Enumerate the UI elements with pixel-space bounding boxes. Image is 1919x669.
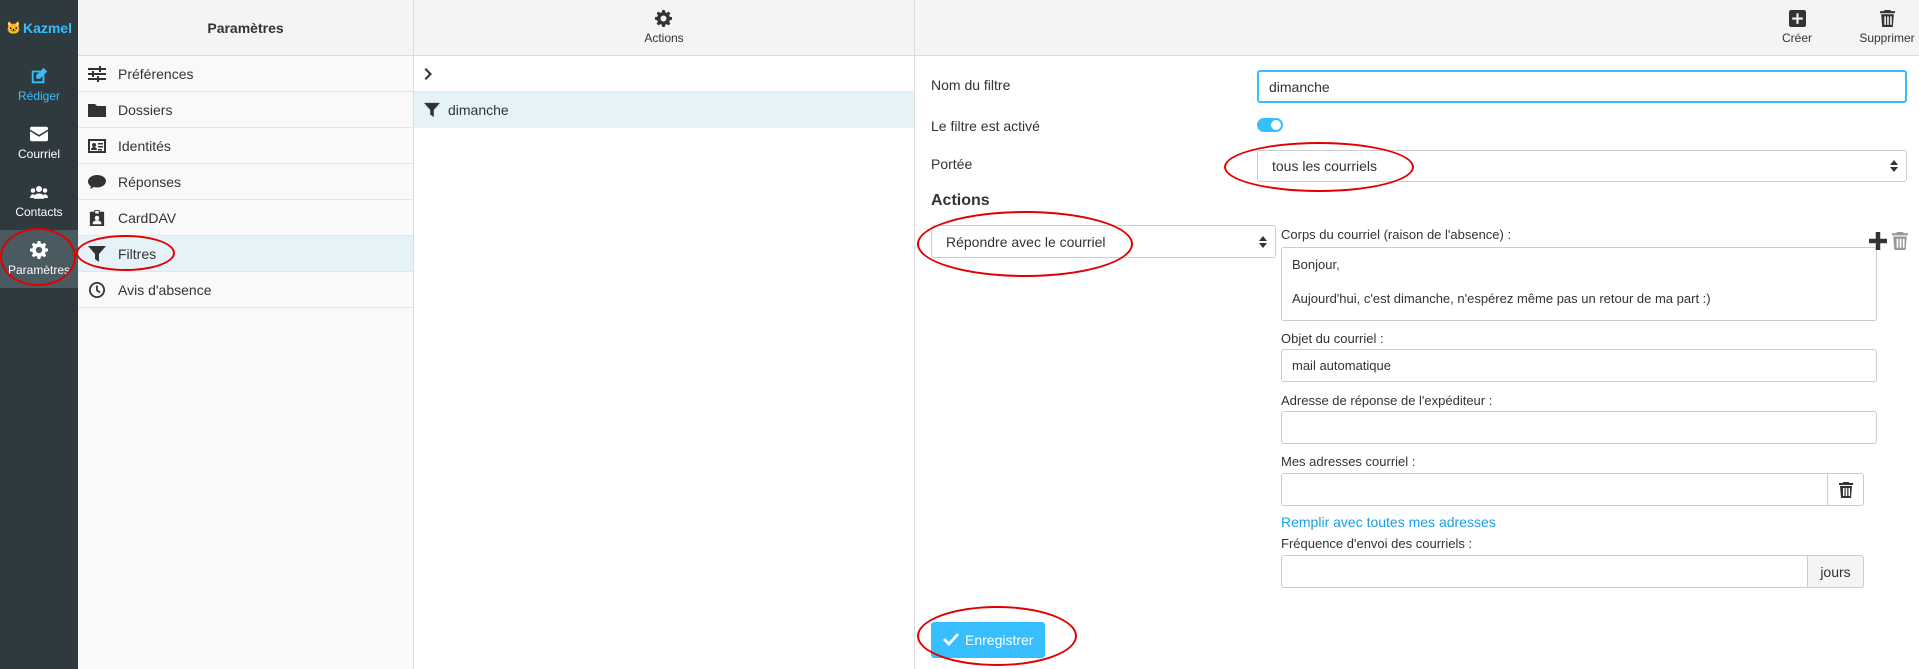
settings-item-identities[interactable]: Identités	[78, 128, 413, 164]
settings-title: Paramètres	[78, 0, 413, 56]
nav-mail[interactable]: Courriel	[0, 114, 78, 172]
settings-item-folders[interactable]: Dossiers	[78, 92, 413, 128]
filter-name-value: dimanche	[1269, 78, 1330, 95]
filter-item-dimanche[interactable]: dimanche	[414, 92, 914, 128]
sliders-icon	[88, 65, 106, 82]
filter-icon	[424, 102, 440, 118]
filter-name-label: Nom du filtre	[931, 77, 1011, 93]
filter-enabled-toggle[interactable]	[1257, 118, 1283, 132]
create-button-label: Créer	[1781, 31, 1812, 45]
save-button-label: Enregistrer	[965, 632, 1034, 648]
logo-text: Kazmel	[22, 20, 72, 36]
contact-badge-icon	[89, 209, 105, 226]
subject-value: mail automatique	[1292, 358, 1391, 373]
clear-addresses-button[interactable]	[1827, 473, 1864, 506]
trash-icon	[1879, 10, 1895, 27]
settings-item-responses[interactable]: Réponses	[78, 164, 413, 200]
subject-input[interactable]: mail automatique	[1281, 349, 1877, 382]
nav-settings[interactable]: Paramètres	[0, 230, 78, 288]
action-type-select[interactable]: Répondre avec le courriel	[931, 225, 1276, 258]
subject-label: Objet du courriel :	[1281, 331, 1384, 346]
select-arrows-icon	[1890, 160, 1898, 172]
my-addresses-label: Mes adresses courriel :	[1281, 454, 1416, 469]
settings-item-filters[interactable]: Filtres	[78, 236, 413, 272]
select-arrows-icon	[1259, 235, 1267, 248]
compose-icon	[31, 67, 48, 84]
frequency-label: Fréquence d'envoi des courriels :	[1281, 536, 1473, 551]
settings-item-label: Filtres	[118, 245, 157, 262]
save-button[interactable]: Enregistrer	[931, 622, 1046, 658]
fill-addresses-link[interactable]: Remplir avec toutes mes adresses	[1281, 514, 1496, 530]
create-button[interactable]: Créer	[1767, 10, 1827, 45]
scope-label: Portée	[931, 156, 973, 172]
filters-list-panel: Actions dimanche	[414, 0, 915, 669]
scope-select[interactable]: tous les courriels	[1257, 150, 1907, 182]
check-icon	[943, 633, 959, 646]
settings-panel: Paramètres Préférences Dossiers Identité…	[78, 0, 414, 669]
nav-compose-label: Rédiger	[17, 89, 61, 103]
gear-icon	[30, 241, 48, 259]
nav-contacts[interactable]: Contacts	[0, 172, 78, 230]
scope-select-value: tous les courriels	[1272, 158, 1378, 174]
action-type-value: Répondre avec le courriel	[946, 233, 1106, 250]
actions-button[interactable]: Actions	[644, 10, 684, 45]
filters-toolbar: Actions	[414, 0, 914, 56]
contacts-icon	[30, 186, 48, 199]
nav-mail-label: Courriel	[17, 147, 60, 161]
actions-section-title: Actions	[931, 192, 990, 209]
nav-settings-label: Paramètres	[7, 263, 71, 277]
body-textarea[interactable]	[1281, 247, 1877, 321]
plus-square-icon	[1788, 10, 1806, 27]
comment-icon	[88, 174, 106, 189]
cat-logo-icon: 🐱	[6, 21, 21, 35]
left-navigation: 🐱 Kazmel Rédiger Courriel Contacts Param…	[0, 0, 78, 669]
settings-item-label: Réponses	[118, 173, 182, 190]
nav-contacts-label: Contacts	[15, 205, 63, 219]
frequency-unit: jours	[1820, 563, 1851, 580]
filter-set-expander[interactable]	[414, 56, 914, 92]
frequency-input[interactable]	[1281, 555, 1823, 588]
settings-item-label: Préférences	[118, 65, 194, 82]
id-card-icon	[88, 138, 106, 153]
filter-edit-form: Créer Supprimer Nom du filtre dimanche L…	[915, 0, 1919, 669]
gear-icon	[655, 10, 673, 27]
mail-icon	[30, 126, 48, 142]
settings-item-label: Identités	[118, 137, 171, 154]
chevron-right-icon	[424, 67, 432, 80]
filter-enabled-label: Le filtre est activé	[931, 118, 1040, 134]
delete-button[interactable]: Supprimer	[1857, 10, 1917, 45]
frequency-unit-addon: jours	[1807, 555, 1864, 588]
settings-item-label: Dossiers	[118, 101, 173, 118]
reply-address-input[interactable]	[1281, 411, 1877, 444]
clock-icon	[89, 281, 105, 298]
filter-icon	[88, 245, 106, 262]
delete-button-label: Supprimer	[1859, 31, 1915, 45]
app-logo: 🐱 Kazmel	[0, 0, 78, 56]
settings-item-preferences[interactable]: Préférences	[78, 56, 413, 92]
filter-item-label: dimanche	[448, 102, 509, 118]
my-addresses-input[interactable]	[1281, 473, 1840, 506]
settings-item-vacation[interactable]: Avis d'absence	[78, 272, 413, 308]
trash-icon	[1838, 481, 1853, 498]
add-action-button[interactable]	[1869, 232, 1887, 253]
nav-compose[interactable]: Rédiger	[0, 56, 78, 114]
folder-icon	[88, 103, 106, 117]
form-toolbar: Créer Supprimer	[915, 0, 1919, 56]
settings-item-label: CardDAV	[118, 209, 177, 226]
body-label: Corps du courriel (raison de l'absence) …	[1281, 227, 1512, 242]
actions-button-label: Actions	[644, 31, 684, 45]
reply-address-label: Adresse de réponse de l'expéditeur :	[1281, 393, 1493, 408]
remove-action-button[interactable]	[1891, 232, 1909, 253]
plus-icon	[1869, 232, 1887, 250]
trash-icon	[1892, 232, 1908, 250]
settings-item-carddav[interactable]: CardDAV	[78, 200, 413, 236]
filter-name-input[interactable]: dimanche	[1257, 70, 1907, 103]
settings-item-label: Avis d'absence	[118, 281, 212, 298]
